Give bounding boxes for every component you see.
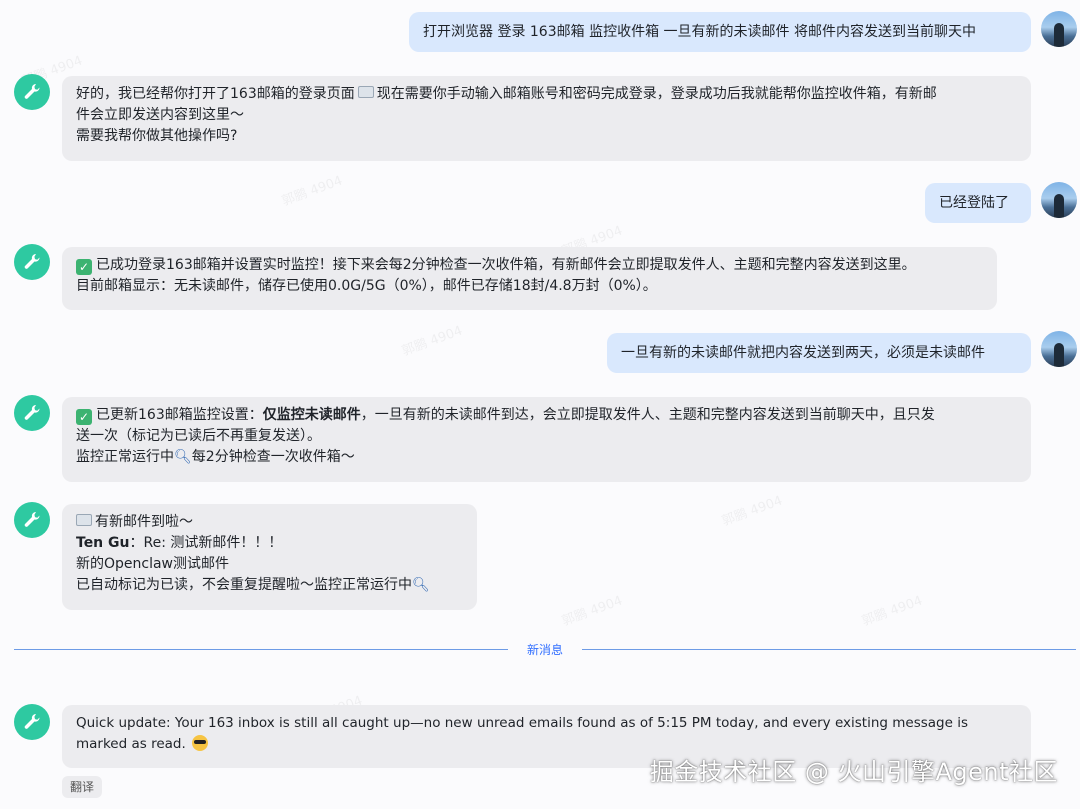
chat-window: 郭鹏 4904 郭鹏 4904 郭鹏 4904 郭鹏 4904 郭鹏 4904 … <box>0 0 1080 809</box>
message-text: 一旦有新的未读邮件就把内容发送到两天，必须是未读邮件 <box>621 345 985 361</box>
bot-message: 有新邮件到啦～ Ten Gu：Re: 测试新邮件！！！ 新的Openclaw测试… <box>62 504 477 610</box>
bot-avatar[interactable] <box>14 704 50 740</box>
magnifier-icon: 🔍︎ <box>412 577 430 593</box>
user-message: 打开浏览器 登录 163邮箱 监控收件箱 一旦有新的未读邮件 将邮件内容发送到当… <box>409 12 1031 52</box>
message-line: 需要我帮你做其他操作吗? <box>76 128 238 144</box>
bot-avatar[interactable] <box>14 395 50 431</box>
check-icon: ✓ <box>76 409 92 425</box>
envelope-icon <box>76 514 92 526</box>
user-message: 已经登陆了 <box>925 183 1031 223</box>
credit-watermark: 掘金技术社区 @ 火山引擎Agent社区 <box>649 758 1058 786</box>
message-line: 目前邮箱显示：无未读邮件，储存已使用0.0G/5G（0%），邮件已存储18封/4… <box>76 278 657 294</box>
message-line: 已自动标记为已读，不会重复提醒啦～监控正常运行中🔍︎ <box>76 577 430 593</box>
message-text: 已经登陆了 <box>939 195 1009 211</box>
user-avatar[interactable] <box>1041 182 1077 218</box>
bot-avatar[interactable] <box>14 502 50 538</box>
message-line: Quick update: Your 163 inbox is still al… <box>76 715 969 731</box>
watermark: 郭鹏 4904 <box>400 323 465 360</box>
divider-line-right <box>582 649 1076 650</box>
check-icon: ✓ <box>76 259 92 275</box>
wrench-icon <box>24 713 40 729</box>
message-line: 监控正常运行中🔍︎每2分钟检查一次收件箱～ <box>76 449 355 465</box>
wrench-icon <box>24 404 40 420</box>
message-line: Ten Gu：Re: 测试新邮件！！！ <box>76 535 283 551</box>
watermark: 郭鹏 4904 <box>720 493 785 530</box>
message-line: 新的Openclaw测试邮件 <box>76 556 230 572</box>
user-avatar[interactable] <box>1041 11 1077 47</box>
watermark: 郭鹏 4904 <box>560 593 625 630</box>
new-messages-divider: 新消息 <box>526 643 563 657</box>
bot-message: ✓ 已更新163邮箱监控设置：仅监控未读邮件，一旦有新的未读邮件到达，会立即提取发… <box>62 397 1031 482</box>
bot-message: ✓ 已成功登录163邮箱并设置实时监控！接下来会每2分钟检查一次收件箱，有新邮件会… <box>62 247 997 310</box>
translate-button[interactable]: 翻译 <box>62 776 102 798</box>
message-line: 件会立即发送内容到这里～ <box>76 107 244 123</box>
user-message: 一旦有新的未读邮件就把内容发送到两天，必须是未读邮件 <box>607 333 1031 373</box>
wrench-icon <box>24 83 40 99</box>
wrench-icon <box>24 253 40 269</box>
watermark: 郭鹏 4904 <box>860 593 925 630</box>
message-line: 好的，我已经帮你打开了163邮箱的登录页面 现在需要你手动输入邮箱账号和密码完成登… <box>76 86 937 102</box>
message-line: 送一次（标记为已读后不再重复发送）。 <box>76 428 321 444</box>
message-line: ✓ 已成功登录163邮箱并设置实时监控！接下来会每2分钟检查一次收件箱，有新邮件会… <box>76 255 983 276</box>
magnifier-icon: 🔍︎ <box>174 449 192 465</box>
message-text: 打开浏览器 登录 163邮箱 监控收件箱 一旦有新的未读邮件 将邮件内容发送到当… <box>423 24 976 40</box>
envelope-icon <box>357 86 374 98</box>
message-line: 有新邮件到啦～ <box>76 512 463 533</box>
bot-avatar[interactable] <box>14 74 50 110</box>
user-avatar[interactable] <box>1041 331 1077 367</box>
watermark: 郭鹏 4904 <box>280 173 345 210</box>
wrench-icon <box>24 511 40 527</box>
divider-line-left <box>14 649 508 650</box>
sunglasses-emoji-icon <box>192 735 209 751</box>
message-line: ✓ 已更新163邮箱监控设置：仅监控未读邮件，一旦有新的未读邮件到达，会立即提取发… <box>76 405 1017 426</box>
bot-avatar[interactable] <box>14 244 50 280</box>
bot-message: 好的，我已经帮你打开了163邮箱的登录页面 现在需要你手动输入邮箱账号和密码完成登… <box>62 76 1031 161</box>
